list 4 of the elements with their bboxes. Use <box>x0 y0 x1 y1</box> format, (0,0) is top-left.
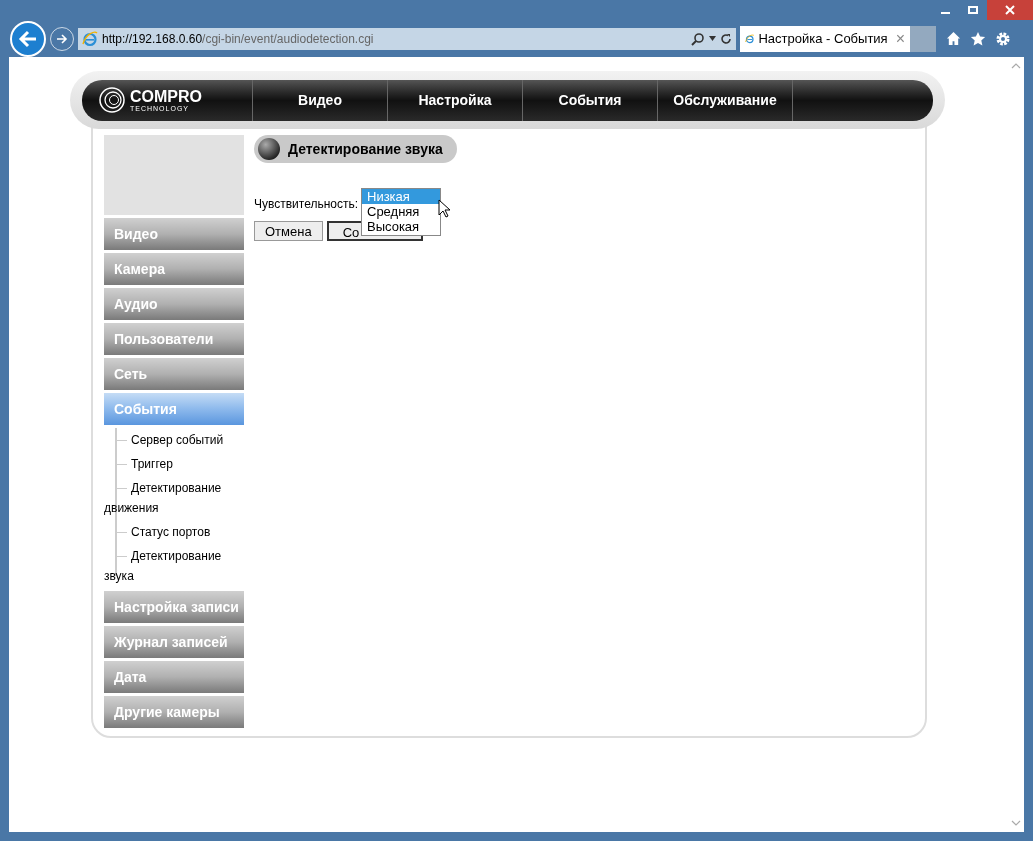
url-text: http://192.168.0.60/cgi-bin/event/audiodetection.cgi <box>102 30 374 48</box>
logo-text: COMPRO <box>130 88 202 105</box>
section-header: Детектирование звука <box>254 135 457 163</box>
sensitivity-label: Чувствительность: <box>254 196 359 213</box>
